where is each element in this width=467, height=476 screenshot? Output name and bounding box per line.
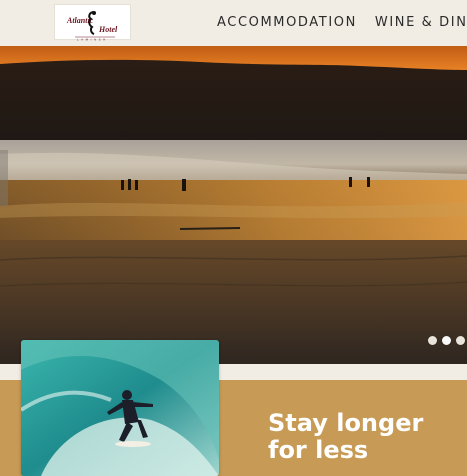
main-nav: ACCOMMODATION WINE & DINE [217,15,467,30]
carousel-dots [423,336,467,346]
promo-headline: Stay longer for less [268,410,458,464]
svg-text:LAMINSH: LAMINSH [77,38,108,42]
sunset-beach-image [0,46,467,364]
carousel-dot-1[interactable] [428,336,437,345]
surfer-wave-image [21,340,219,476]
hotel-logo[interactable]: Atlantic Hotel LAMINSH [54,4,131,42]
site-header: Atlantic Hotel LAMINSH ACCOMMODATION WINE… [0,0,467,46]
carousel-dot-2[interactable] [442,336,451,345]
nav-item-wine-dine[interactable]: WINE & DINE [375,15,467,30]
hero-slideshow[interactable] [0,46,467,364]
promo-headline-line-1: Stay longer [268,409,424,437]
promo-headline-line-2: for less [268,436,369,464]
nav-item-accommodation[interactable]: ACCOMMODATION [217,15,357,30]
carousel-dot-3[interactable] [456,336,465,345]
promo-image-card[interactable] [21,340,219,476]
svg-text:Hotel: Hotel [98,25,118,34]
seahorse-logo-icon: Atlantic Hotel LAMINSH [66,11,118,42]
